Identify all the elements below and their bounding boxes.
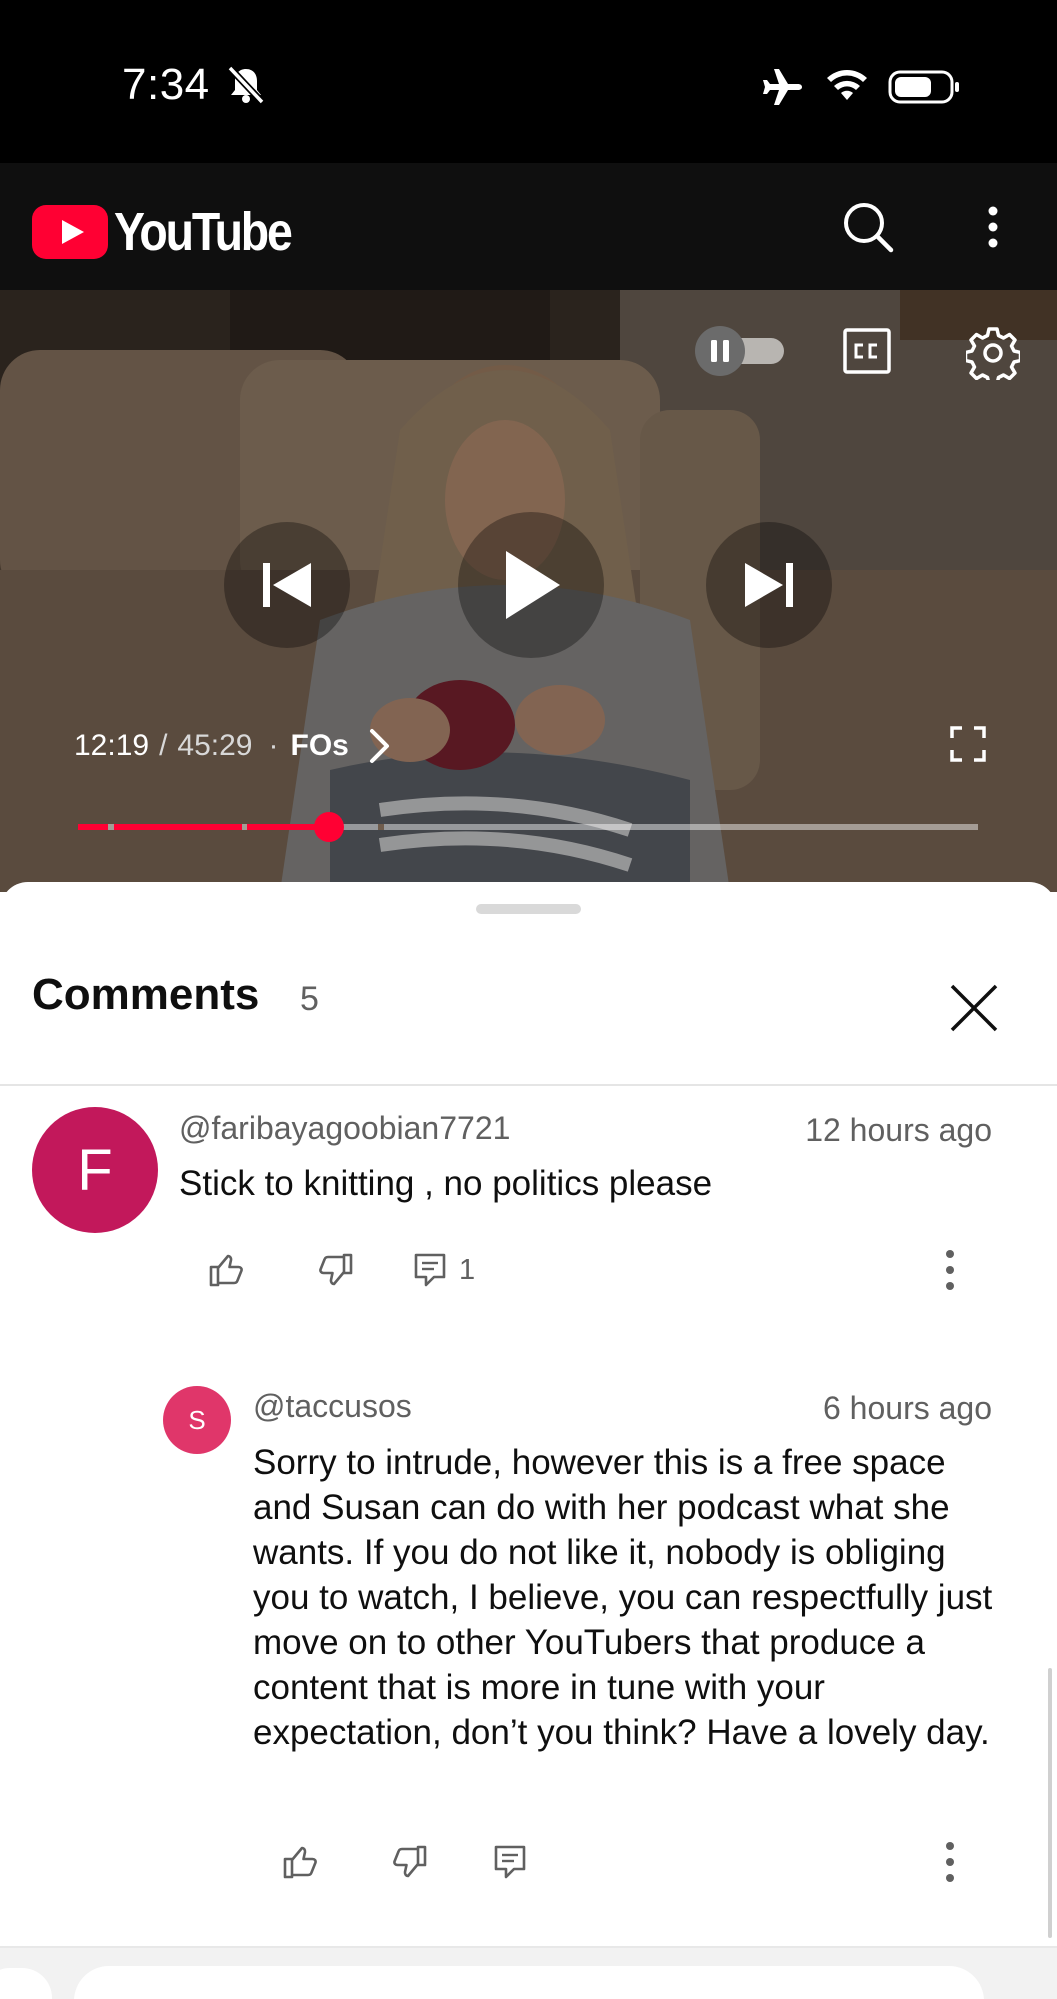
- app-bar: YouTube: [0, 163, 1057, 290]
- bell-off-icon: [226, 64, 266, 111]
- autoplay-toggle[interactable]: [692, 326, 788, 381]
- comments-title: Comments: [32, 970, 260, 1019]
- autoplay-toggle-icon: [695, 326, 784, 376]
- chevron-right-icon[interactable]: [367, 728, 393, 764]
- fullscreen-icon: [950, 726, 986, 762]
- previous-button[interactable]: [224, 522, 350, 648]
- more-vert-icon: [946, 1250, 954, 1290]
- wifi-icon: [824, 66, 870, 107]
- comment-more-button[interactable]: [935, 1838, 965, 1886]
- like-button[interactable]: [202, 1248, 250, 1292]
- progress-gap: [378, 824, 384, 830]
- like-button[interactable]: [276, 1840, 324, 1884]
- close-button[interactable]: [940, 974, 1008, 1042]
- progress-segment: [78, 824, 108, 830]
- header-divider: [0, 1084, 1057, 1086]
- comment-text: Stick to knitting , no politics please: [179, 1164, 713, 1203]
- reply-button[interactable]: [486, 1840, 534, 1884]
- progress-segment: [114, 824, 242, 830]
- fullscreen-button[interactable]: [950, 726, 986, 767]
- youtube-logo-text: YouTube: [114, 202, 293, 262]
- dislike-button[interactable]: [312, 1248, 360, 1292]
- scrollbar[interactable]: [1048, 1668, 1052, 1938]
- search-button[interactable]: [836, 163, 900, 290]
- comment-author[interactable]: @faribayagoobian7721: [179, 1110, 510, 1147]
- comments-count: 5: [300, 980, 319, 1018]
- next-icon: [745, 563, 793, 607]
- thumb-up-icon: [209, 1254, 243, 1287]
- status-bar: 7:34: [0, 0, 1057, 163]
- captions-icon: [843, 328, 891, 374]
- captions-button[interactable]: [842, 326, 892, 381]
- comment-more-button[interactable]: [935, 1246, 965, 1294]
- avatar[interactable]: F: [32, 1107, 158, 1233]
- comment-author[interactable]: @taccusos: [253, 1388, 412, 1425]
- more-vert-icon: [988, 206, 998, 247]
- more-vert-icon: [946, 1842, 954, 1882]
- comment-text: Sorry to intrude, however this is a free…: [253, 1443, 993, 1752]
- duration: 45:29: [177, 729, 253, 762]
- current-time: 12:19: [74, 729, 150, 762]
- youtube-logo[interactable]: YouTube: [32, 201, 319, 263]
- drag-handle[interactable]: [476, 904, 581, 914]
- chapter-dot: ·: [268, 729, 279, 762]
- comment-time: 6 hours ago: [822, 1390, 992, 1426]
- more-options-button[interactable]: [970, 163, 1016, 290]
- next-button[interactable]: [706, 522, 832, 648]
- close-icon: [950, 984, 998, 1032]
- thumb-down-icon: [319, 1253, 353, 1286]
- thumb-down-icon: [393, 1845, 427, 1878]
- youtube-play-logo-icon: [32, 205, 108, 259]
- reply-button[interactable]: [406, 1248, 454, 1292]
- airplane-icon: [762, 66, 806, 113]
- play-button[interactable]: [458, 512, 604, 658]
- reply-count[interactable]: 1: [459, 1254, 475, 1287]
- play-icon: [506, 551, 560, 619]
- comment-time: 12 hours ago: [805, 1112, 992, 1148]
- search-icon: [844, 202, 894, 252]
- time-separator: /: [159, 729, 168, 762]
- dislike-button[interactable]: [386, 1840, 434, 1884]
- reply-icon: [494, 1845, 526, 1879]
- status-time: 7:34: [122, 60, 210, 109]
- time-display: 12:19 / 45:29 · FOs: [74, 728, 393, 764]
- reply-icon: [414, 1253, 446, 1287]
- settings-button[interactable]: [963, 326, 1023, 386]
- battery-icon: [888, 70, 962, 109]
- progress-scrubber[interactable]: [314, 812, 344, 842]
- chapter-title[interactable]: FOs: [291, 729, 349, 763]
- avatar[interactable]: S: [163, 1386, 231, 1454]
- settings-icon: [963, 327, 1023, 386]
- add-comment-input[interactable]: [74, 1966, 984, 1999]
- thumb-up-icon: [283, 1846, 317, 1879]
- previous-icon: [263, 563, 311, 607]
